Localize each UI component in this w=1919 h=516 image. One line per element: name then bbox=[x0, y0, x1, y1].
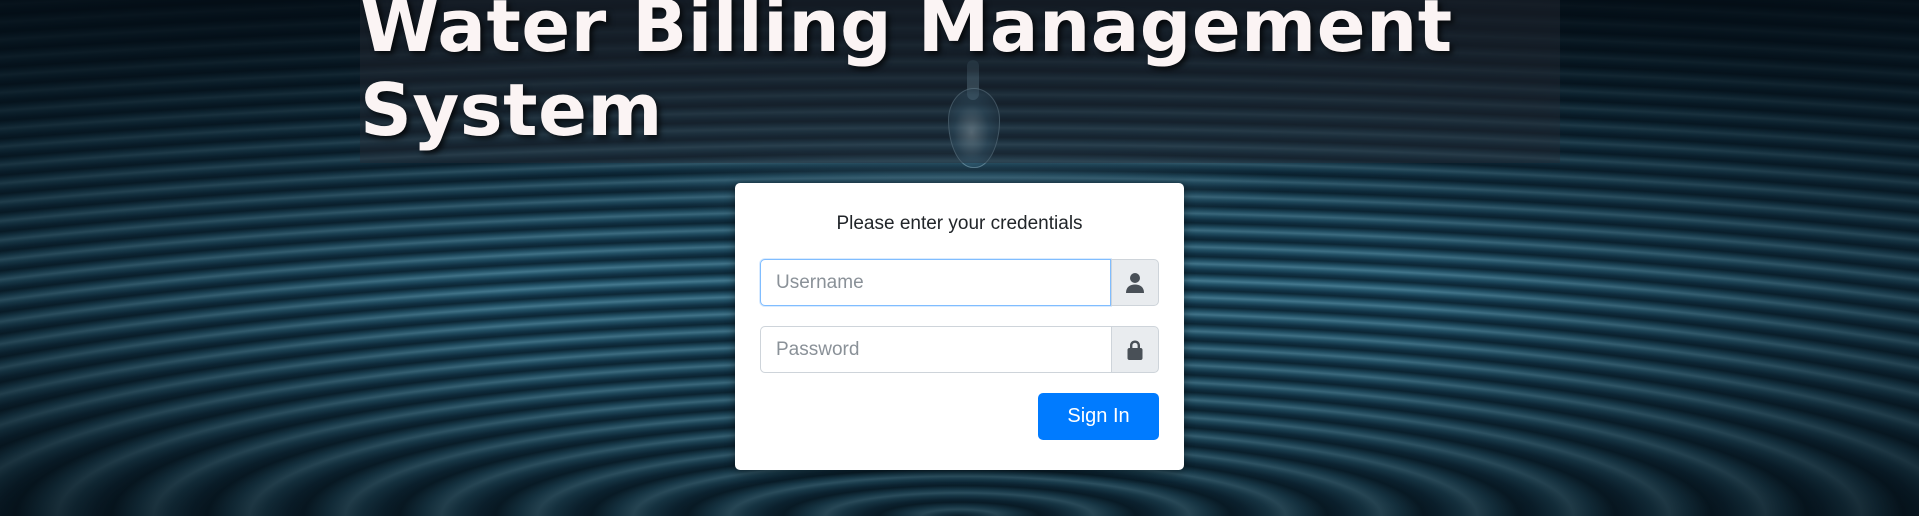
login-actions: Sign In bbox=[760, 393, 1159, 440]
login-prompt: Please enter your credentials bbox=[836, 213, 1083, 234]
username-input[interactable] bbox=[760, 259, 1111, 306]
user-icon bbox=[1126, 272, 1144, 293]
title-banner: Water Billing Management System bbox=[360, 0, 1560, 163]
username-addon bbox=[1111, 259, 1159, 306]
password-input[interactable] bbox=[760, 326, 1111, 373]
sign-in-button[interactable]: Sign In bbox=[1038, 393, 1159, 440]
login-card: Please enter your credentials Sign In bbox=[735, 183, 1184, 470]
page-title: Water Billing Management System bbox=[360, 0, 1453, 152]
password-addon bbox=[1111, 326, 1159, 373]
password-group bbox=[760, 326, 1159, 373]
lock-icon bbox=[1127, 340, 1143, 360]
username-group bbox=[760, 259, 1159, 306]
